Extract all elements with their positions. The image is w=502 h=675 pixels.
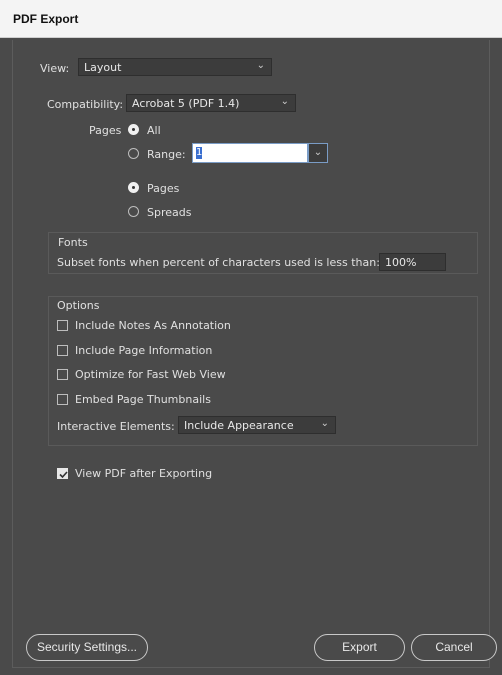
spreads-option-label: Spreads — [147, 206, 192, 219]
optimize-web-checkbox[interactable] — [57, 369, 68, 380]
include-page-info-label: Include Page Information — [75, 344, 213, 357]
range-input[interactable]: 1 — [192, 143, 308, 163]
subset-percent-input[interactable]: 100% — [379, 253, 446, 271]
fonts-heading: Fonts — [58, 236, 88, 249]
range-dropdown-button[interactable]: ⌄ — [308, 143, 328, 163]
include-page-info-checkbox[interactable] — [57, 345, 68, 356]
compatibility-label: Compatibility: — [47, 98, 124, 111]
include-notes-checkbox[interactable] — [57, 320, 68, 331]
compatibility-dropdown[interactable]: Acrobat 5 (PDF 1.4) ⌄ — [126, 94, 296, 112]
chevron-down-icon: ⌄ — [256, 60, 265, 71]
title-bar: PDF Export — [0, 0, 502, 38]
view-after-export-checkbox[interactable] — [57, 468, 68, 479]
view-dropdown[interactable]: Layout ⌄ — [78, 58, 272, 76]
spreads-radio[interactable] — [128, 206, 139, 217]
include-notes-label: Include Notes As Annotation — [75, 319, 231, 332]
pages-radio[interactable] — [128, 182, 139, 193]
interactive-elements-value: Include Appearance — [184, 419, 294, 432]
embed-thumbnails-checkbox[interactable] — [57, 394, 68, 405]
export-button[interactable]: Export — [314, 634, 405, 661]
pages-all-radio[interactable] — [128, 124, 139, 135]
window-title: PDF Export — [13, 12, 79, 26]
chevron-down-icon: ⌄ — [313, 147, 323, 158]
chevron-down-icon: ⌄ — [320, 418, 329, 429]
pages-all-label: All — [147, 124, 161, 137]
range-input-value: 1 — [196, 147, 203, 159]
options-heading: Options — [57, 299, 100, 312]
pages-label: Pages — [89, 124, 122, 137]
pages-range-label: Range: — [147, 148, 186, 161]
view-after-export-label: View PDF after Exporting — [75, 467, 213, 480]
interactive-elements-dropdown[interactable]: Include Appearance ⌄ — [178, 416, 336, 434]
pages-option-label: Pages — [147, 182, 180, 195]
view-dropdown-value: Layout — [84, 61, 122, 74]
view-label: View: — [40, 62, 70, 75]
interactive-elements-label: Interactive Elements: — [57, 420, 175, 433]
checkmark-icon — [59, 471, 68, 479]
security-settings-button[interactable]: Security Settings... — [26, 634, 148, 661]
compatibility-dropdown-value: Acrobat 5 (PDF 1.4) — [132, 97, 240, 110]
cancel-button[interactable]: Cancel — [411, 634, 497, 661]
optimize-web-label: Optimize for Fast Web View — [75, 368, 226, 381]
pages-range-radio[interactable] — [128, 148, 139, 159]
subset-fonts-label: Subset fonts when percent of characters … — [57, 256, 380, 269]
subset-percent-value: 100% — [385, 256, 417, 269]
chevron-down-icon: ⌄ — [280, 96, 289, 107]
embed-thumbnails-label: Embed Page Thumbnails — [75, 393, 211, 406]
